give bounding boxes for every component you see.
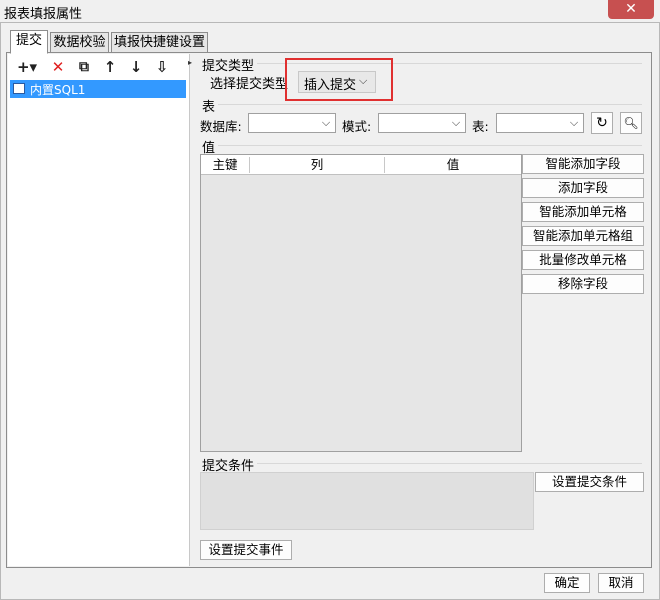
schema-select[interactable]: ⌵: [378, 113, 466, 133]
chevron-down-icon: ⌵: [569, 116, 579, 129]
chevron-down-icon: ⌵: [451, 116, 461, 129]
sort-icon[interactable]: ⇩: [152, 57, 172, 77]
column-header-value[interactable]: 值: [385, 155, 521, 175]
schema-label: 模式:: [342, 119, 372, 134]
divider: [254, 463, 642, 464]
chevron-down-icon: ⌵: [321, 116, 331, 129]
delete-icon[interactable]: ✕: [48, 57, 68, 77]
tab-data-validation[interactable]: 数据校验: [50, 32, 109, 54]
batch-edit-cells-button[interactable]: 批量修改单元格: [522, 250, 644, 270]
submit-condition-area: [200, 472, 534, 530]
move-down-icon[interactable]: ↓: [126, 57, 146, 77]
add-field-button[interactable]: 添加字段: [522, 178, 644, 198]
table-header: 主键 列 值: [201, 155, 521, 175]
column-header-column[interactable]: 列: [250, 155, 384, 175]
table-select[interactable]: ⌵: [496, 113, 584, 133]
field-table[interactable]: [200, 154, 522, 452]
window-title: 报表填报属性: [4, 7, 83, 22]
highlight-box: [285, 58, 393, 101]
sql-table-icon: [13, 83, 25, 94]
close-button[interactable]: ✕: [608, 0, 654, 19]
divider: [218, 104, 642, 105]
smart-add-cell-group-button[interactable]: 智能添加单元格组: [522, 226, 644, 246]
remove-field-button[interactable]: 移除字段: [522, 274, 644, 294]
tab-submit[interactable]: 提交: [10, 30, 48, 54]
database-select[interactable]: ⌵: [248, 113, 336, 133]
smart-add-cell-button[interactable]: 智能添加单元格: [522, 202, 644, 222]
tree-item-label: 内置SQL1: [30, 83, 86, 97]
table-label: 表:: [472, 119, 489, 134]
set-submit-event-button[interactable]: 设置提交事件: [200, 540, 292, 560]
add-icon[interactable]: +▾: [14, 57, 40, 77]
set-submit-condition-button[interactable]: 设置提交条件: [535, 472, 644, 492]
collapse-arrow-icon[interactable]: ▸: [188, 58, 192, 67]
sql-list-panel: [8, 54, 190, 566]
ok-button[interactable]: 确定: [544, 573, 590, 593]
divider: [218, 145, 642, 146]
tab-shortcut-settings[interactable]: 填报快捷键设置: [111, 32, 208, 54]
table-section-label: 表: [202, 96, 219, 115]
column-header-primary-key[interactable]: 主键: [201, 155, 249, 175]
preview-icon[interactable]: 🔍︎: [620, 112, 642, 134]
smart-add-field-button[interactable]: 智能添加字段: [522, 154, 644, 174]
refresh-icon[interactable]: ↻: [591, 112, 613, 134]
database-label: 数据库:: [200, 119, 242, 134]
title-bar: 报表填报属性 ✕: [0, 0, 660, 22]
move-up-icon[interactable]: ↑: [100, 57, 120, 77]
cancel-button[interactable]: 取消: [598, 573, 644, 593]
tree-item[interactable]: 内置SQL1: [10, 80, 186, 98]
copy-icon[interactable]: ⧉: [74, 57, 94, 77]
submit-type-section-label: 提交类型: [202, 55, 258, 74]
submit-type-label: 选择提交类型: [210, 77, 289, 92]
